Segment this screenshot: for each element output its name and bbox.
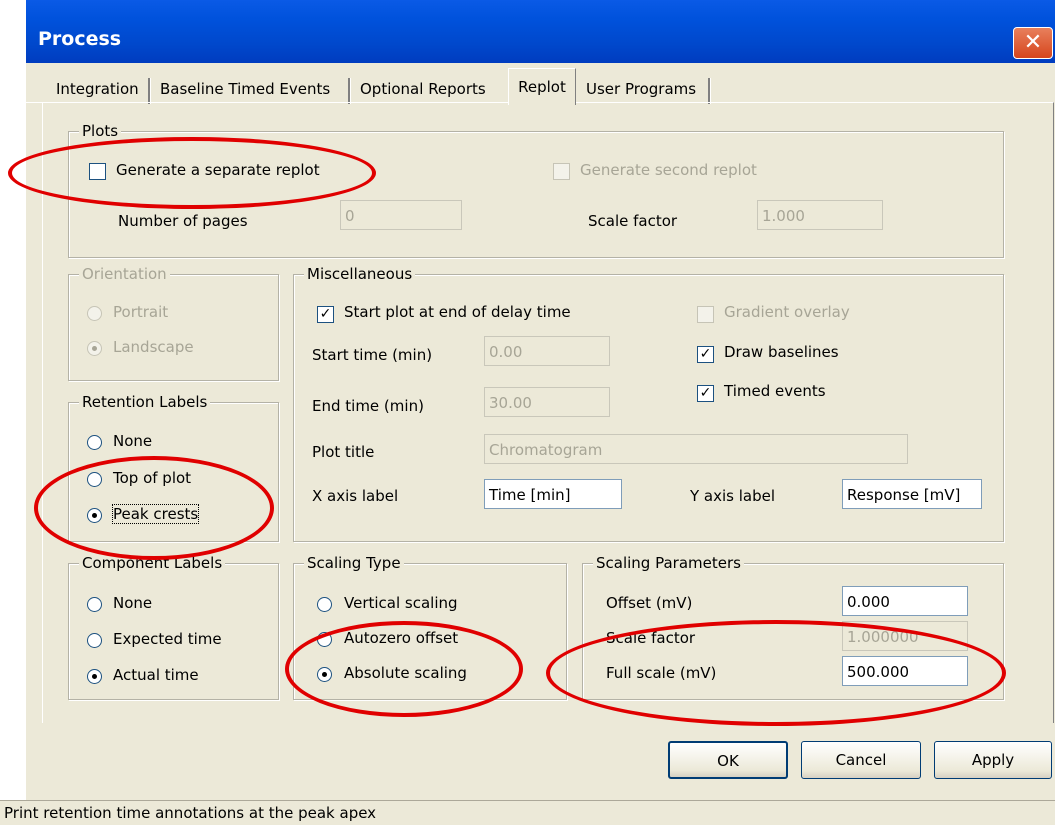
tab-divider — [148, 78, 151, 104]
start-time-label: Start time (min) — [312, 346, 433, 364]
scaling-type-legend: Scaling Type — [304, 553, 404, 573]
start-time-field[interactable]: 0.00 — [484, 336, 610, 366]
timed-events-label: Timed events — [724, 382, 826, 400]
plots-scale-factor-label: Scale factor — [588, 212, 678, 230]
close-button[interactable]: ✕ — [1013, 27, 1053, 59]
close-icon: ✕ — [1023, 30, 1043, 55]
pages-field[interactable]: 0 — [340, 200, 462, 230]
misc-legend: Miscellaneous — [304, 264, 416, 284]
offset-field[interactable]: 0.000 — [842, 586, 968, 616]
landscape-label: Landscape — [113, 338, 194, 356]
check-icon: ✓ — [319, 306, 332, 322]
tab-divider — [708, 78, 711, 104]
orientation-legend: Orientation — [79, 264, 170, 284]
tab-user-programs[interactable]: User Programs — [586, 75, 696, 103]
tab-baseline-timed-events[interactable]: Baseline Timed Events — [160, 75, 330, 103]
retention-none-label: None — [113, 432, 153, 450]
annotation-ellipse — [34, 456, 274, 560]
x-axis-label: X axis label — [312, 487, 399, 505]
vertical-scaling-label: Vertical scaling — [344, 594, 458, 612]
ok-button[interactable]: OK — [668, 741, 788, 779]
plots-legend: Plots — [79, 121, 122, 141]
portrait-label: Portrait — [113, 303, 169, 321]
component-actual-label: Actual time — [113, 666, 199, 684]
y-axis-label: Y axis label — [690, 487, 776, 505]
tab-replot[interactable]: Replot — [508, 68, 576, 105]
retention-legend: Retention Labels — [79, 392, 211, 412]
draw-baselines-label: Draw baselines — [724, 343, 839, 361]
apply-button[interactable]: Apply — [934, 741, 1052, 779]
portrait-radio[interactable] — [87, 306, 102, 321]
tab-integration[interactable]: Integration — [56, 75, 139, 103]
second-replot-label: Generate second replot — [580, 161, 757, 179]
tab-divider — [348, 78, 351, 104]
annotation-ellipse — [8, 137, 376, 209]
status-text: Print retention time annotations at the … — [4, 804, 377, 822]
desktop-edge — [0, 0, 26, 800]
offset-label: Offset (mV) — [606, 594, 693, 612]
end-time-field[interactable]: 30.00 — [484, 387, 610, 417]
plot-title-label: Plot title — [312, 443, 375, 461]
retention-none-radio[interactable] — [87, 435, 102, 450]
tab-optional-reports[interactable]: Optional Reports — [360, 75, 486, 103]
timed-events-checkbox[interactable]: ✓ — [697, 385, 714, 402]
status-bar: Print retention time annotations at the … — [0, 800, 1055, 825]
start-at-delay-label: Start plot at end of delay time — [344, 303, 571, 321]
annotation-ellipse — [285, 621, 523, 717]
end-time-label: End time (min) — [312, 397, 424, 415]
plots-scale-factor-field[interactable]: 1.000 — [757, 200, 883, 230]
component-none-radio[interactable] — [87, 597, 102, 612]
gradient-overlay-checkbox[interactable] — [697, 306, 714, 323]
landscape-radio[interactable] — [87, 341, 102, 356]
orientation-group: Orientation — [68, 264, 279, 381]
title-bar[interactable]: Process — [26, 0, 1055, 63]
x-axis-field[interactable]: Time [min] — [484, 479, 622, 509]
draw-baselines-checkbox[interactable]: ✓ — [697, 346, 714, 363]
start-at-delay-checkbox[interactable]: ✓ — [317, 306, 334, 323]
component-expected-radio[interactable] — [87, 633, 102, 648]
check-icon: ✓ — [699, 346, 712, 362]
plot-title-field[interactable]: Chromatogram — [484, 434, 908, 464]
window-title: Process — [38, 28, 122, 50]
component-actual-radio[interactable] — [87, 669, 102, 684]
vertical-scaling-radio[interactable] — [317, 597, 332, 612]
annotation-ellipse — [546, 620, 1006, 726]
cancel-button[interactable]: Cancel — [801, 741, 921, 779]
pages-label: Number of pages — [118, 212, 248, 230]
component-none-label: None — [113, 594, 153, 612]
check-icon: ✓ — [699, 385, 712, 401]
second-replot-checkbox[interactable] — [553, 163, 570, 180]
scaling-params-legend: Scaling Parameters — [593, 553, 744, 573]
y-axis-field[interactable]: Response [mV] — [842, 479, 982, 509]
component-expected-label: Expected time — [113, 630, 222, 648]
gradient-overlay-label: Gradient overlay — [724, 303, 850, 321]
